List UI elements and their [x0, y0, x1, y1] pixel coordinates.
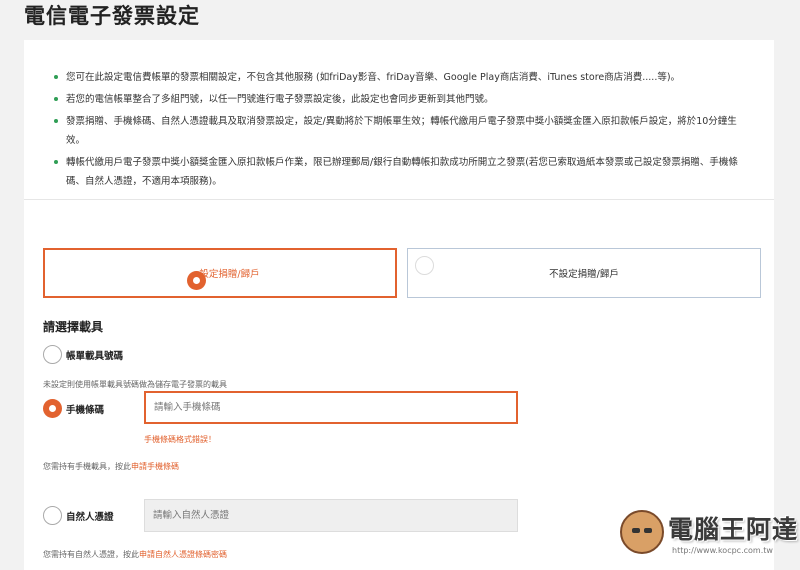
note-item: 轉帳代繳用戶電子發票中獎小額獎金匯入原扣款帳戶作業，限已辦理郵局/銀行自動轉帳扣… — [54, 153, 744, 191]
no-donation-label: 不設定捐贈/歸戶 — [549, 269, 619, 280]
section-divider — [24, 199, 774, 200]
mobile-barcode-hint: 您需持有手機載具，按此申請手機條碼 — [43, 461, 179, 472]
citizen-cert-hint: 您需持有自然人憑證，按此申請自然人憑證條碼密碼 — [43, 549, 227, 560]
set-donation-label: 設定捐贈/歸戶 — [199, 269, 260, 280]
mascot-face-icon — [620, 510, 664, 554]
page-title: 電信電子發票設定 — [24, 4, 200, 28]
apply-citizen-cert-link[interactable]: 申請自然人憑證條碼密碼 — [139, 550, 227, 559]
apply-mobile-barcode-link[interactable]: 申請手機條碼 — [131, 462, 179, 471]
citizen-cert-hint-text: 您需持有自然人憑證，按此 — [43, 550, 139, 559]
set-donation-option[interactable]: 設定捐贈/歸戶 — [43, 248, 397, 298]
carrier-section-title: 請選擇載具 — [43, 320, 104, 334]
no-donation-option[interactable]: 不設定捐贈/歸戶 — [407, 248, 761, 298]
bill-carrier-label: 帳單載具號碼 — [66, 350, 124, 362]
note-item: 發票捐贈、手機條碼、自然人憑證載具及取消發票設定，設定/異動將於下期帳單生效；轉… — [54, 112, 744, 150]
radio-unchecked-icon[interactable] — [415, 256, 434, 275]
bill-carrier-option[interactable]: 帳單載具號碼 — [43, 345, 123, 364]
mobile-barcode-label: 手機條碼 — [66, 404, 105, 416]
radio-checked-icon[interactable] — [187, 270, 207, 290]
mobile-barcode-option[interactable]: 手機條碼 — [43, 399, 104, 418]
note-item: 您可在此設定電信費帳單的發票相關設定，不包含其他服務 (如friDay影音、fr… — [54, 68, 744, 87]
mobile-barcode-error: 手機條碼格式錯誤！ — [144, 435, 216, 444]
radio-unchecked-icon[interactable] — [43, 506, 62, 525]
bill-carrier-hint: 未設定則使用帳單載具號碼做為儲存電子發票的載具 — [43, 380, 227, 389]
mobile-barcode-input[interactable] — [144, 391, 518, 424]
watermark-url: http://www.kocpc.com.tw — [672, 546, 773, 555]
settings-card: 您可在此設定電信費帳單的發票相關設定，不包含其他服務 (如friDay影音、fr… — [24, 40, 774, 570]
radio-unchecked-icon[interactable] — [43, 345, 62, 364]
citizen-cert-label: 自然人憑證 — [66, 511, 114, 523]
watermark-title: 電腦王阿達 — [668, 515, 799, 544]
notes-list: 您可在此設定電信費帳單的發票相關設定，不包含其他服務 (如friDay影音、fr… — [54, 68, 744, 194]
mobile-barcode-hint-text: 您需持有手機載具，按此 — [43, 462, 131, 471]
radio-checked-icon[interactable] — [43, 399, 62, 418]
site-watermark: 電腦王阿達 http://www.kocpc.com.tw — [620, 508, 799, 566]
citizen-cert-option[interactable]: 自然人憑證 — [43, 506, 114, 525]
citizen-cert-input[interactable] — [144, 499, 518, 532]
note-item: 若您的電信帳單整合了多組門號，以任一門號進行電子發票設定後，此設定也會同步更新到… — [54, 90, 744, 109]
